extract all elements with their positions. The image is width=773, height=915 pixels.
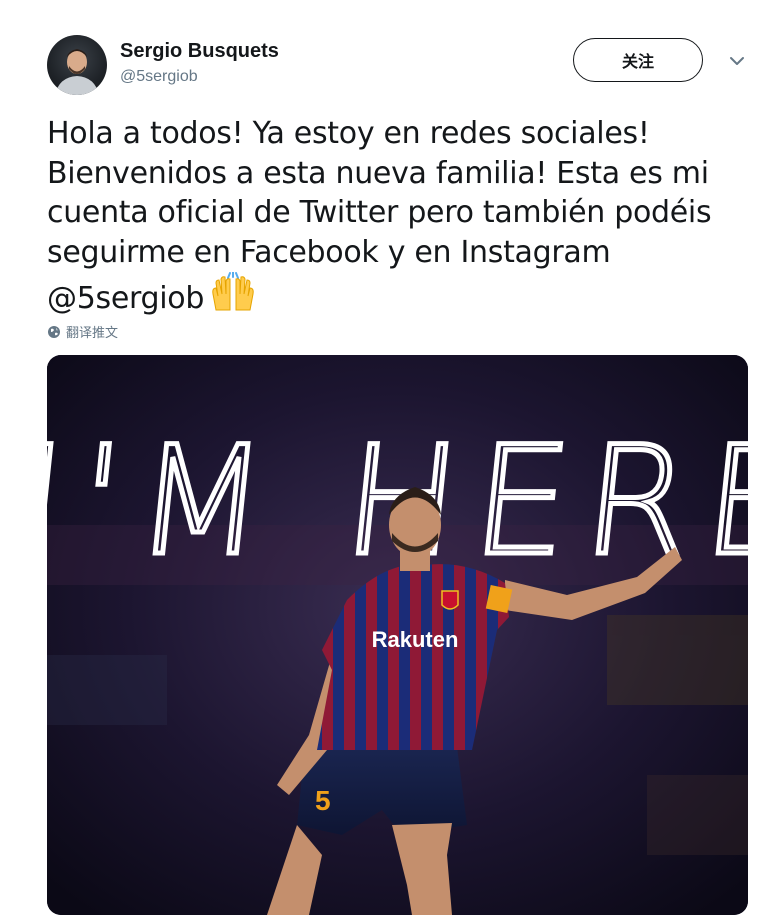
shirt-sponsor: Rakuten xyxy=(372,627,459,652)
tweet-text: Hola a todos! Ya estoy en redes sociales… xyxy=(47,114,762,319)
mention-link[interactable]: @5sergiob xyxy=(47,281,204,316)
follow-button[interactable]: 关注 xyxy=(573,38,703,82)
tweet-header: Sergio Busquets @5sergiob 关注 xyxy=(47,34,747,96)
translate-tweet-link[interactable]: 翻译推文 xyxy=(47,322,118,341)
user-display-name[interactable]: Sergio Busquets xyxy=(120,40,279,63)
translate-label: 翻译推文 xyxy=(66,326,119,341)
tweet-media-image[interactable]: I'M HERE Rakuten 5 xyxy=(47,355,748,915)
tweet-text-line: Bienvenidos a esta nueva familia! Esta e… xyxy=(47,155,709,191)
avatar-portrait xyxy=(55,49,99,95)
avatar[interactable] xyxy=(47,35,107,95)
player-photo: I'M HERE Rakuten 5 xyxy=(47,355,748,915)
shorts-number: 5 xyxy=(315,785,331,816)
user-handle[interactable]: @5sergiob xyxy=(120,68,198,86)
chevron-down-icon[interactable] xyxy=(728,54,746,68)
tweet-text-last-line: @5sergiob xyxy=(47,272,762,319)
raising-hands-emoji xyxy=(212,272,254,311)
tweet-text-line: cuenta oficial de Twitter pero también p… xyxy=(47,195,712,230)
tweet-text-line: Hola a todos! Ya estoy en redes sociales… xyxy=(47,116,650,151)
tweet-text-line: seguirme en Facebook y en Instagram xyxy=(47,234,611,270)
globe-icon xyxy=(48,325,60,338)
